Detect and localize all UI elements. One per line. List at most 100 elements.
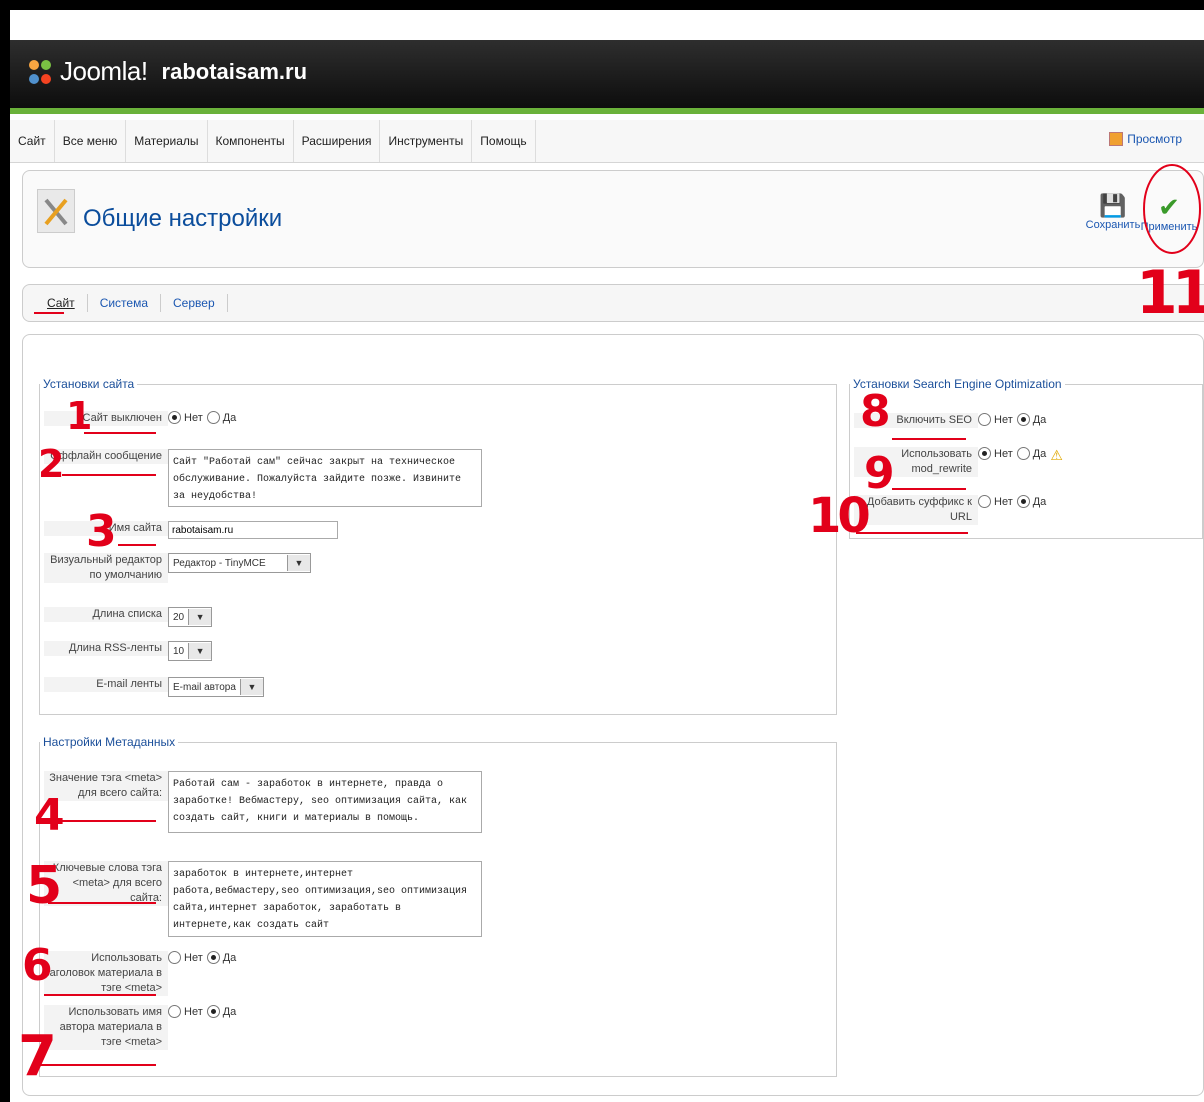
meta-author-yes-radio[interactable] — [206, 1005, 220, 1018]
underline-meta-author — [40, 1064, 156, 1066]
feed-email-label: E-mail ленты — [44, 677, 168, 692]
rewrite-yes[interactable]: Да — [1016, 447, 1047, 460]
seo-fieldset: Установки Search Engine Optimization Вкл… — [849, 377, 1203, 539]
meta-title-no-label: Нет — [184, 951, 203, 964]
meta-title-row: Использовать заголовок материала в тэге … — [44, 951, 240, 996]
annotation-8: 8 — [860, 386, 891, 437]
offline-yes-radio[interactable] — [206, 411, 220, 424]
settings-panel: Установки сайта Сайт выключен Нет Да Офф… — [22, 334, 1204, 1096]
annotation-9: 9 — [864, 448, 895, 499]
preview-icon — [1109, 132, 1124, 146]
list-length-value: 20 — [173, 611, 185, 623]
sitename-input[interactable] — [168, 521, 338, 539]
rewrite-no-label: Нет — [994, 447, 1013, 460]
meta-author-no[interactable]: Нет — [168, 1005, 203, 1018]
preview-link[interactable]: Просмотр — [1109, 132, 1182, 146]
meta-keywords-textarea[interactable]: заработок в интернете,интернет работа,ве… — [168, 861, 482, 937]
joomla-brand: Joomla! — [60, 56, 148, 86]
offline-msg-row: Оффлайн сообщение Сайт "Работай сам" сей… — [44, 449, 482, 507]
chevron-down-icon: ▼ — [287, 555, 310, 571]
annotation-7: 7 — [18, 1024, 57, 1089]
sef-no[interactable]: Нет — [978, 413, 1013, 426]
save-icon: 💾 — [1099, 193, 1127, 218]
meta-title-yes[interactable]: Да — [206, 951, 236, 964]
save-label: Сохранить — [1085, 219, 1141, 231]
tab-site[interactable]: Сайт — [35, 294, 88, 312]
menu-content[interactable]: Материалы — [126, 120, 208, 162]
editor-select[interactable]: Редактор - TinyMCE ▼ — [168, 553, 311, 573]
sef-yes-radio[interactable] — [1016, 413, 1030, 426]
meta-author-row: Использовать имя автора материала в тэге… — [44, 1005, 240, 1050]
menu-components[interactable]: Компоненты — [208, 120, 294, 162]
annotation-4: 4 — [34, 790, 65, 841]
feed-email-row: E-mail ленты E-mail автора ▼ — [44, 677, 264, 697]
warning-icon: ⚠ — [1050, 447, 1063, 463]
list-length-select[interactable]: 20 ▼ — [168, 607, 213, 627]
underline-suffix — [856, 532, 968, 534]
rss-length-row: Длина RSS-ленты 10 ▼ — [44, 641, 213, 661]
menu-help[interactable]: Помощь — [472, 120, 536, 162]
joomla-logo: Joomla! rabotaisam.ru — [28, 56, 307, 87]
rewrite-yes-radio[interactable] — [1016, 447, 1030, 460]
underline-rewrite — [892, 488, 966, 490]
meta-title-no[interactable]: Нет — [168, 951, 203, 964]
underline-meta-desc — [60, 820, 156, 822]
menu-site[interactable]: Сайт — [10, 120, 55, 162]
meta-title-no-radio[interactable] — [168, 951, 181, 964]
annotation-3: 3 — [86, 506, 117, 557]
sef-yes-label: Да — [1032, 413, 1047, 426]
suffix-yes-label: Да — [1032, 495, 1047, 508]
meta-author-label: Использовать имя автора материала в тэге… — [44, 1005, 168, 1050]
rewrite-yes-label: Да — [1032, 447, 1047, 460]
main-menu: Сайт Все меню Материалы Компоненты Расши… — [10, 120, 1204, 163]
meta-title-yes-radio[interactable] — [206, 951, 220, 964]
offline-msg-textarea[interactable]: Сайт "Работай сам" сейчас закрыт на техн… — [168, 449, 482, 507]
site-settings-legend: Установки сайта — [43, 377, 135, 391]
chevron-down-icon: ▼ — [239, 679, 263, 695]
meta-keywords-label: Ключевые слова тэга <meta> для всего сай… — [44, 861, 168, 906]
annotation-6: 6 — [22, 940, 53, 991]
suffix-yes[interactable]: Да — [1016, 495, 1047, 508]
rss-length-select[interactable]: 10 ▼ — [168, 641, 213, 661]
sef-yes[interactable]: Да — [1016, 413, 1047, 426]
tab-system[interactable]: Система — [88, 294, 162, 312]
underline-offline-msg — [62, 474, 156, 476]
toolbar: Общие настройки 💾 Сохранить ✔ Применить — [22, 164, 1204, 268]
offline-no-radio[interactable] — [168, 411, 181, 424]
meta-author-no-radio[interactable] — [168, 1005, 181, 1018]
save-button[interactable]: 💾 Сохранить — [1083, 193, 1143, 231]
rewrite-no-radio[interactable] — [978, 447, 991, 460]
feed-email-select[interactable]: E-mail автора ▼ — [168, 677, 264, 697]
tools-icon — [44, 198, 68, 226]
metadata-legend: Настройки Метаданных — [43, 735, 176, 749]
offline-yes[interactable]: Да — [206, 411, 236, 424]
underline-sef — [892, 438, 966, 440]
chevron-down-icon: ▼ — [188, 609, 212, 625]
suffix-no-radio[interactable] — [978, 495, 991, 508]
menu-all-menus[interactable]: Все меню — [55, 120, 127, 162]
suffix-row: Добавить суффикс к URL Нет Да — [854, 495, 1050, 525]
metadata-fieldset: Настройки Метаданных Значение тэга <meta… — [39, 735, 837, 1077]
annotation-11: 11 — [1136, 258, 1204, 328]
site-settings-fieldset: Установки сайта Сайт выключен Нет Да Офф… — [39, 377, 837, 715]
editor-row: Визуальный редактор по умолчанию Редакто… — [44, 553, 311, 583]
feed-email-value: E-mail автора — [173, 681, 236, 693]
rewrite-no[interactable]: Нет — [978, 447, 1013, 460]
sef-no-label: Нет — [994, 413, 1013, 426]
suffix-yes-radio[interactable] — [1016, 495, 1030, 508]
meta-desc-textarea[interactable]: Работай сам - заработок в интернете, пра… — [168, 771, 482, 833]
meta-desc-row: Значение тэга <meta> для всего сайта: Ра… — [44, 771, 482, 833]
meta-author-yes-label: Да — [222, 1005, 237, 1018]
meta-author-yes[interactable]: Да — [206, 1005, 237, 1018]
apply-highlight-circle — [1143, 164, 1201, 254]
underline-meta-keywords — [48, 902, 156, 904]
menu-extensions[interactable]: Расширения — [294, 120, 381, 162]
page-title: Общие настройки — [83, 205, 283, 232]
suffix-no[interactable]: Нет — [978, 495, 1013, 508]
sef-no-radio[interactable] — [978, 413, 991, 426]
admin-header: Joomla! rabotaisam.ru — [10, 40, 1204, 114]
tab-server[interactable]: Сервер — [161, 294, 228, 312]
offline-no[interactable]: Нет — [168, 411, 203, 424]
rss-length-value: 10 — [173, 645, 185, 657]
menu-tools[interactable]: Инструменты — [380, 120, 473, 162]
